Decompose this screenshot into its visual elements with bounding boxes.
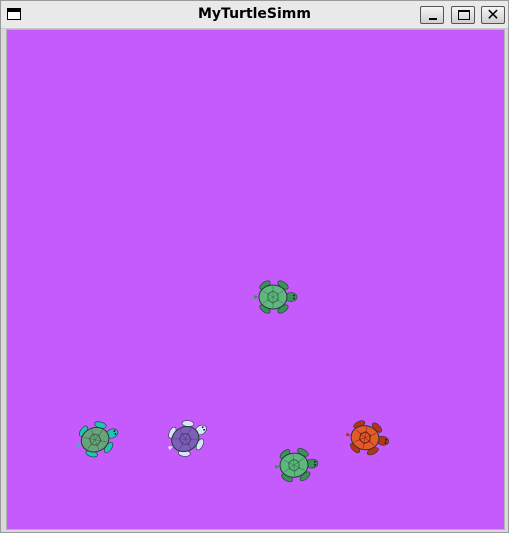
minimize-button[interactable] xyxy=(420,6,444,24)
turtle-purple xyxy=(167,420,207,457)
app-window: MyTurtleSimm ✕ xyxy=(0,0,509,533)
turtle-red xyxy=(345,420,390,456)
turtle-bottom-left xyxy=(76,421,119,458)
turtle-bottom-middle xyxy=(274,448,319,483)
turtle-center xyxy=(254,280,298,314)
maximize-button[interactable] xyxy=(451,6,475,24)
minimize-icon xyxy=(429,18,437,20)
title-bar[interactable]: MyTurtleSimm ✕ xyxy=(1,1,508,29)
turtle-canvas[interactable] xyxy=(6,29,505,530)
maximize-icon xyxy=(458,10,470,20)
close-icon: ✕ xyxy=(486,5,500,24)
close-button[interactable]: ✕ xyxy=(481,5,505,24)
